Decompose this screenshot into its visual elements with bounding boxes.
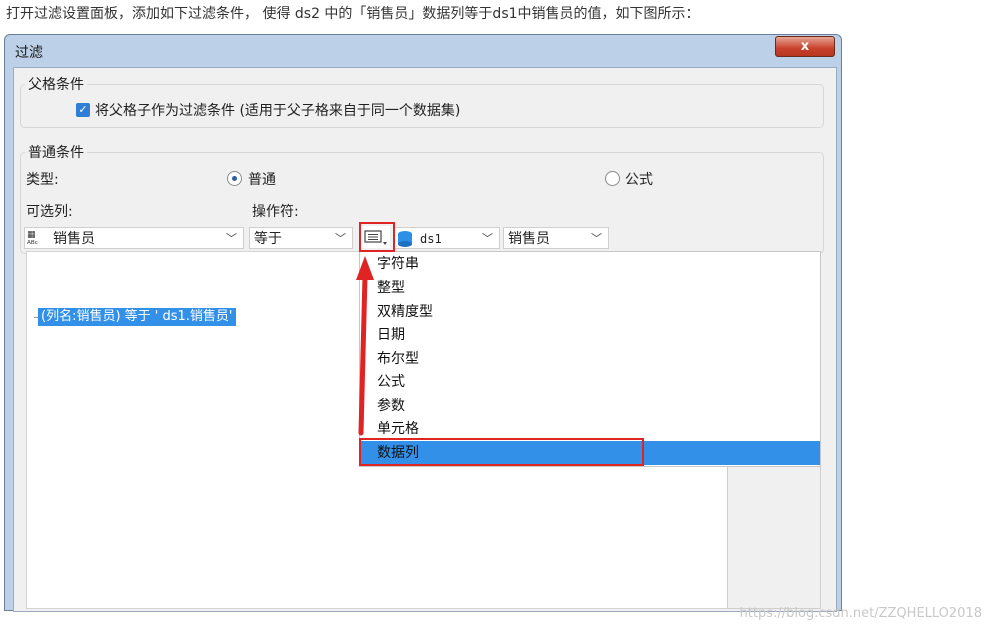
menu-item-string[interactable]: 字符串 (360, 252, 820, 276)
operator-select-value: 等于 (254, 231, 282, 247)
column-select-value: 销售员 (53, 231, 95, 247)
parent-condition-label: 将父格子作为过滤条件 (适用于父子格来自于同一个数据集) (95, 103, 461, 119)
radio-normal[interactable] (227, 171, 242, 186)
abc-column-icon: ▦ ᴬᴮᶜ (27, 230, 39, 250)
annotation-arrow-icon (356, 256, 374, 436)
condition-row[interactable]: (列名:销售员) 等于 ' ds1.销售员' (38, 308, 236, 326)
chevron-down-icon: ﹀ (226, 232, 237, 245)
operator-label: 操作符: (252, 204, 299, 220)
menu-item-formula[interactable]: 公式 (360, 370, 820, 394)
type-label: 类型: (26, 172, 59, 188)
value-type-menu: 字符串 整型 双精度型 日期 布尔型 公式 参数 单元格 数据列 (359, 251, 821, 467)
column-select[interactable]: ▦ ᴬᴮᶜ 销售员 ﹀ (24, 227, 244, 250)
radio-formula[interactable] (605, 171, 620, 186)
chevron-down-icon: ﹀ (335, 232, 346, 245)
chevron-down-icon: ﹀ (591, 232, 602, 245)
columns-label: 可选列: (26, 204, 73, 220)
dialog-title: 过滤 (15, 45, 43, 61)
operator-select[interactable]: 等于 ﹀ (249, 227, 353, 249)
dataset-select[interactable]: ds1 ﹀ (393, 227, 500, 249)
field-select[interactable]: 销售员 ﹀ (503, 227, 609, 249)
menu-item-date[interactable]: 日期 (360, 323, 820, 347)
field-select-value: 销售员 (508, 231, 550, 247)
dialog-titlebar: 过滤 x (5, 35, 841, 65)
menu-item-boolean[interactable]: 布尔型 (360, 347, 820, 371)
radio-normal-label: 普通 (248, 172, 276, 188)
chevron-down-icon: ﹀ (482, 232, 493, 245)
parent-group-title: 父格条件 (25, 74, 87, 94)
database-icon (398, 231, 412, 247)
watermark: https://blog.csdn.net/ZZQHELLO2018 (739, 606, 982, 621)
page-caption: 打开过滤设置面板，添加如下过滤条件， 使得 ds2 中的「销售员」数据列等于ds… (6, 6, 700, 22)
close-button[interactable]: x (775, 36, 835, 57)
menu-item-parameter[interactable]: 参数 (360, 394, 820, 418)
dataset-select-value: ds1 (420, 232, 442, 246)
radio-formula-label: 公式 (625, 172, 653, 188)
normal-group-title: 普通条件 (25, 142, 87, 162)
menu-item-double[interactable]: 双精度型 (360, 300, 820, 324)
annotation-box-data-column (359, 438, 644, 466)
parent-condition-checkbox[interactable]: ✓ (76, 103, 90, 117)
menu-item-integer[interactable]: 整型 (360, 276, 820, 300)
